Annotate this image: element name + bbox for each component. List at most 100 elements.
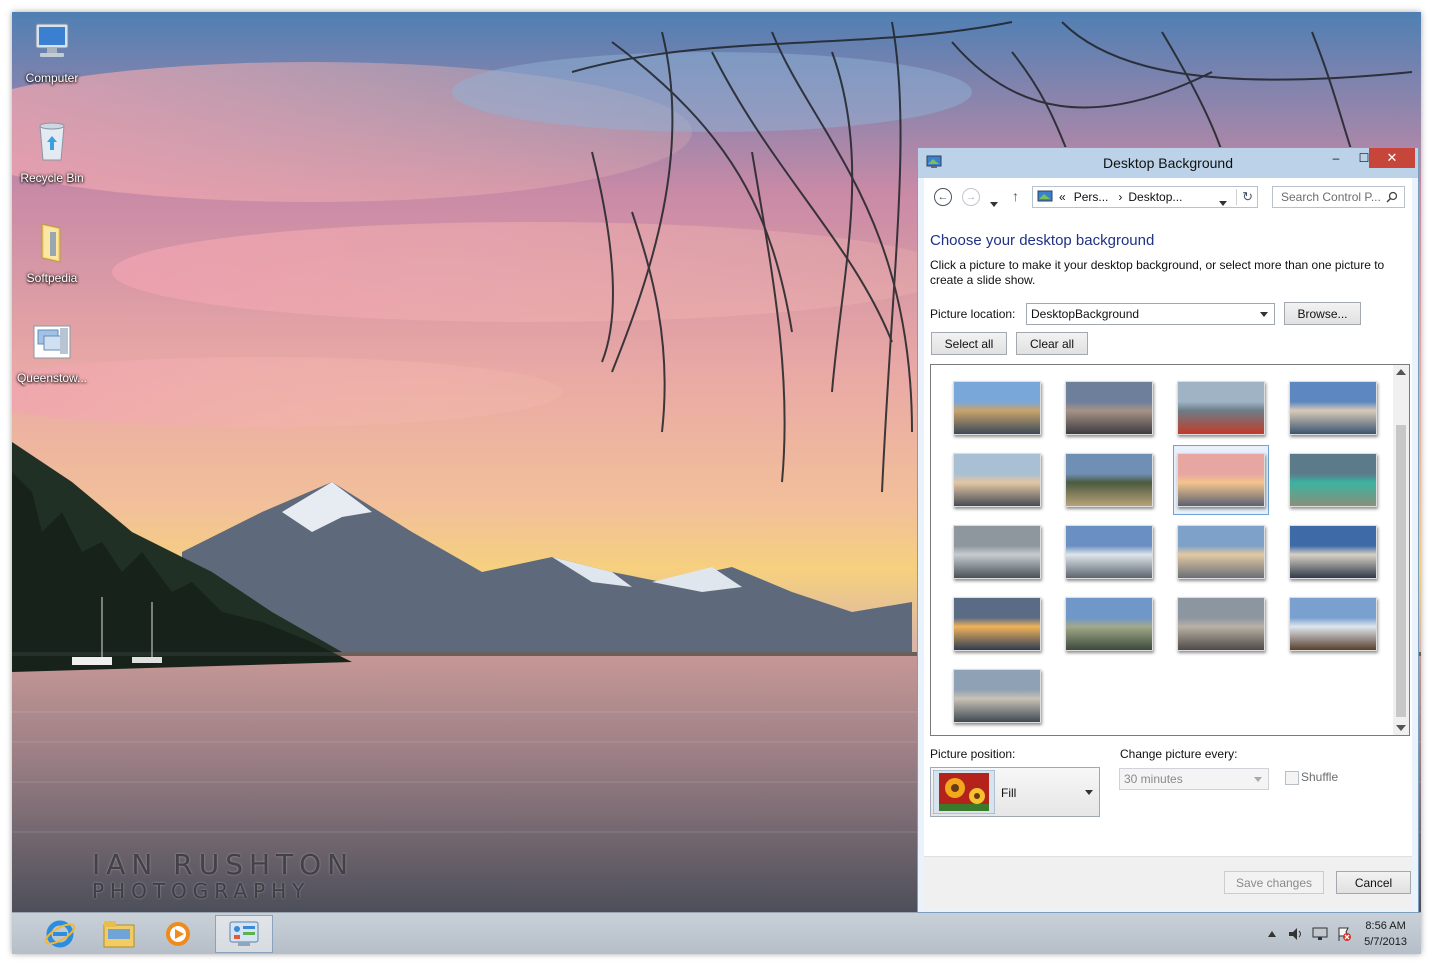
control-panel-icon (229, 921, 259, 946)
clock-time: 8:56 AM (1365, 920, 1406, 932)
change-picture-every-select[interactable]: 30 minutes (1119, 768, 1269, 790)
show-hidden-icons-icon[interactable] (1264, 926, 1280, 942)
chevron-down-icon (1254, 777, 1262, 782)
forward-arrow-icon: → (965, 191, 977, 203)
chevron-down-icon (1260, 312, 1268, 317)
thumbnail-image (1289, 453, 1377, 507)
change-picture-every-label: Change picture every: (1120, 747, 1238, 761)
wallpaper-thumbnail[interactable] (1061, 445, 1157, 515)
thumbnail-image (953, 381, 1041, 435)
thumbnail-image (953, 525, 1041, 579)
shuffle-checkbox[interactable] (1285, 771, 1299, 785)
thumbnail-image (1177, 381, 1265, 435)
maximize-icon: ☐ (1358, 151, 1370, 165)
address-overflow[interactable]: « (1059, 190, 1066, 204)
wallpaper-thumbnail[interactable] (1061, 517, 1157, 587)
window-client-area: ← → ↑ « Pers... › Desktop... ↻ Search Co… (924, 178, 1412, 909)
wallpaper-thumbnail[interactable] (1173, 373, 1269, 443)
select-all-button[interactable]: Select all (931, 332, 1007, 355)
taskbar-media-player[interactable] (150, 915, 206, 953)
desktop-icon-recycle-bin[interactable]: Recycle Bin (12, 120, 92, 185)
wallpaper-thumbnail[interactable] (1285, 517, 1381, 587)
refresh-icon: ↻ (1242, 189, 1253, 204)
desktop-icon-label: Recycle Bin (20, 171, 84, 185)
minimize-button[interactable]: – (1322, 148, 1350, 168)
wallpaper-thumbnail[interactable] (1061, 589, 1157, 659)
thumbnail-image (1289, 597, 1377, 651)
forward-button[interactable]: → (962, 188, 980, 206)
vertical-scrollbar[interactable] (1393, 365, 1409, 735)
thumbnail-image (1065, 597, 1153, 651)
refresh-button[interactable]: ↻ (1236, 189, 1253, 205)
thumbnail-image (1289, 525, 1377, 579)
cancel-button[interactable]: Cancel (1336, 871, 1411, 894)
breadcrumb-desktop-background[interactable]: Desktop... (1128, 190, 1182, 204)
picture-location-select[interactable]: DesktopBackground (1026, 303, 1275, 325)
wallpaper-thumbnail[interactable] (949, 373, 1045, 443)
chevron-down-icon (990, 202, 998, 207)
taskbar-file-explorer[interactable] (91, 915, 147, 953)
search-icon (1386, 191, 1398, 203)
wallpaper-thumbnail[interactable] (949, 589, 1045, 659)
picture-position-select[interactable]: Fill (930, 767, 1100, 817)
taskbar-internet-explorer[interactable] (32, 915, 88, 953)
action-center-flag-icon[interactable] (1336, 926, 1352, 942)
wallpaper-thumbnail[interactable] (1285, 373, 1381, 443)
desktop-icon-computer[interactable]: Computer (12, 20, 92, 85)
back-button[interactable]: ← (934, 188, 952, 206)
wallpaper-thumbnail[interactable] (1173, 445, 1269, 515)
wallpaper-thumbnail[interactable] (1061, 373, 1157, 443)
wallpaper-thumbnail[interactable] (949, 517, 1045, 587)
window-titlebar[interactable]: Desktop Background – ☐ ✕ (918, 148, 1418, 178)
navigation-bar: ← → ↑ « Pers... › Desktop... ↻ Search Co… (924, 178, 1412, 216)
browse-button[interactable]: Browse... (1284, 302, 1361, 325)
system-tray: 8:56 AM 5/7/2013 (1260, 913, 1421, 954)
chevron-down-icon (1085, 790, 1093, 795)
back-arrow-icon: ← (937, 191, 949, 203)
desktop-icon-softpedia[interactable]: Softpedia (12, 220, 92, 285)
minimize-icon: – (1332, 151, 1340, 165)
picture-location-label: Picture location: (930, 307, 1016, 321)
change-picture-every-value: 30 minutes (1124, 772, 1183, 786)
thumbnail-image (953, 453, 1041, 507)
close-icon: ✕ (1386, 150, 1398, 165)
save-changes-button[interactable]: Save changes (1224, 871, 1324, 894)
taskbar-control-panel[interactable] (215, 915, 273, 953)
desktop-icon-label: Queenstow... (16, 371, 88, 385)
wallpaper-thumbnail[interactable] (1285, 589, 1381, 659)
volume-icon[interactable] (1288, 926, 1304, 942)
wallpaper-thumbnail[interactable] (1285, 445, 1381, 515)
desktop-icon-queenstown[interactable]: Queenstow... (12, 320, 92, 385)
address-bar[interactable]: « Pers... › Desktop... ↻ (1032, 186, 1258, 208)
search-input[interactable]: Search Control P... (1272, 186, 1405, 208)
search-placeholder: Search Control P... (1281, 190, 1381, 204)
scroll-up-button[interactable] (1396, 369, 1406, 375)
wallpaper-thumbnail[interactable] (949, 445, 1045, 515)
scroll-down-button[interactable] (1396, 725, 1406, 731)
clock-date: 5/7/2013 (1364, 936, 1407, 948)
media-player-icon (166, 922, 190, 946)
thumbnail-image (1177, 525, 1265, 579)
up-button[interactable]: ↑ (1012, 188, 1019, 204)
thumbnail-image (953, 597, 1041, 651)
thumbnail-image (1289, 381, 1377, 435)
clear-all-button[interactable]: Clear all (1016, 332, 1088, 355)
breadcrumb-personalization[interactable]: Pers... (1074, 190, 1109, 204)
desktop-icon-label: Softpedia (26, 271, 78, 285)
network-icon[interactable] (1312, 926, 1328, 942)
breadcrumb-separator-icon[interactable]: › (1118, 190, 1122, 204)
taskbar-clock[interactable]: 8:56 AM 5/7/2013 (1364, 918, 1407, 950)
thumbnail-image (1065, 525, 1153, 579)
address-dropdown-button[interactable] (1219, 195, 1227, 209)
wallpaper-thumbnail[interactable] (949, 661, 1045, 731)
file-explorer-icon (103, 921, 135, 948)
picture-position-value: Fill (1001, 786, 1017, 800)
page-title: Choose your desktop background (930, 232, 1155, 249)
picture-gallery[interactable] (930, 364, 1410, 736)
control-panel-small-icon (1037, 190, 1053, 202)
wallpaper-thumbnail[interactable] (1173, 517, 1269, 587)
scrollbar-thumb[interactable] (1396, 425, 1406, 717)
close-button[interactable]: ✕ (1369, 148, 1415, 168)
recent-locations-button[interactable] (990, 194, 998, 212)
wallpaper-thumbnail[interactable] (1173, 589, 1269, 659)
